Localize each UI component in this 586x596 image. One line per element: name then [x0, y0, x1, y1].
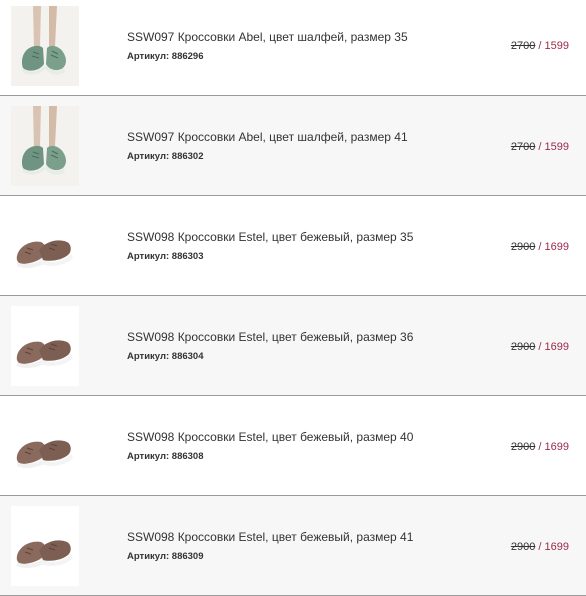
- product-image[interactable]: [11, 6, 79, 86]
- list-item[interactable]: SSW098 Кроссовки Estel, цвет бежевый, ра…: [0, 396, 586, 496]
- new-price: 1599: [544, 141, 569, 153]
- sku-label: Артикул:: [127, 251, 170, 262]
- price: 2900 / 1699: [511, 241, 569, 253]
- product-image[interactable]: [11, 506, 79, 586]
- sku-label: Артикул:: [127, 151, 170, 162]
- sku-value: 886304: [171, 351, 204, 362]
- price-separator: /: [538, 241, 542, 253]
- list-item[interactable]: SSW098 Кроссовки Estel, цвет бежевый, ра…: [0, 196, 586, 296]
- old-price: 2900: [510, 441, 536, 453]
- sku: Артикул: 886302: [127, 151, 204, 162]
- price: 2700 / 1599: [511, 40, 569, 52]
- list-item[interactable]: SSW098 Кроссовки Estel, цвет бежевый, ра…: [0, 296, 586, 396]
- new-price: 1699: [544, 441, 569, 453]
- sku-label: Артикул:: [127, 51, 170, 62]
- old-price: 2700: [510, 141, 536, 153]
- product-title[interactable]: SSW098 Кроссовки Estel, цвет бежевый, ра…: [127, 530, 413, 544]
- product-title[interactable]: SSW098 Кроссовки Estel, цвет бежевый, ра…: [127, 230, 413, 244]
- price-separator: /: [538, 141, 542, 153]
- old-price: 2900: [510, 241, 536, 253]
- price-separator: /: [538, 40, 542, 52]
- sku: Артикул: 886304: [127, 351, 204, 362]
- sku: Артикул: 886303: [127, 251, 204, 262]
- price: 2700 / 1599: [511, 141, 569, 153]
- price-separator: /: [538, 441, 542, 453]
- price: 2900 / 1699: [511, 541, 569, 553]
- new-price: 1599: [544, 40, 569, 52]
- sku: Артикул: 886309: [127, 551, 204, 562]
- product-title[interactable]: SSW098 Кроссовки Estel, цвет бежевый, ра…: [127, 430, 413, 444]
- product-title[interactable]: SSW098 Кроссовки Estel, цвет бежевый, ра…: [127, 330, 413, 344]
- sku-label: Артикул:: [127, 551, 170, 562]
- old-price: 2900: [510, 341, 536, 353]
- price-separator: /: [538, 341, 542, 353]
- product-image[interactable]: [11, 206, 79, 286]
- price: 2900 / 1699: [511, 441, 569, 453]
- product-list: SSW097 Кроссовки Abel, цвет шалфей, разм…: [0, 0, 586, 596]
- price-separator: /: [538, 541, 542, 553]
- new-price: 1699: [544, 241, 569, 253]
- list-item[interactable]: SSW097 Кроссовки Abel, цвет шалфей, разм…: [0, 96, 586, 196]
- list-item[interactable]: SSW098 Кроссовки Estel, цвет бежевый, ра…: [0, 496, 586, 596]
- sku: Артикул: 886308: [127, 451, 204, 462]
- list-item[interactable]: SSW097 Кроссовки Abel, цвет шалфей, разм…: [0, 0, 586, 96]
- product-title[interactable]: SSW097 Кроссовки Abel, цвет шалфей, разм…: [127, 30, 408, 44]
- price: 2900 / 1699: [511, 341, 569, 353]
- old-price: 2700: [510, 40, 536, 52]
- new-price: 1699: [544, 541, 569, 553]
- new-price: 1699: [544, 341, 569, 353]
- sku: Артикул: 886296: [127, 51, 204, 62]
- sku-value: 886296: [171, 51, 204, 62]
- old-price: 2900: [510, 541, 536, 553]
- product-image[interactable]: [11, 106, 79, 186]
- sku-label: Артикул:: [127, 351, 170, 362]
- product-image[interactable]: [11, 306, 79, 386]
- sku-value: 886302: [171, 151, 204, 162]
- sku-value: 886309: [171, 551, 204, 562]
- sku-value: 886308: [171, 451, 204, 462]
- product-image[interactable]: [11, 406, 79, 486]
- sku-value: 886303: [171, 251, 204, 262]
- sku-label: Артикул:: [127, 451, 170, 462]
- product-title[interactable]: SSW097 Кроссовки Abel, цвет шалфей, разм…: [127, 130, 408, 144]
